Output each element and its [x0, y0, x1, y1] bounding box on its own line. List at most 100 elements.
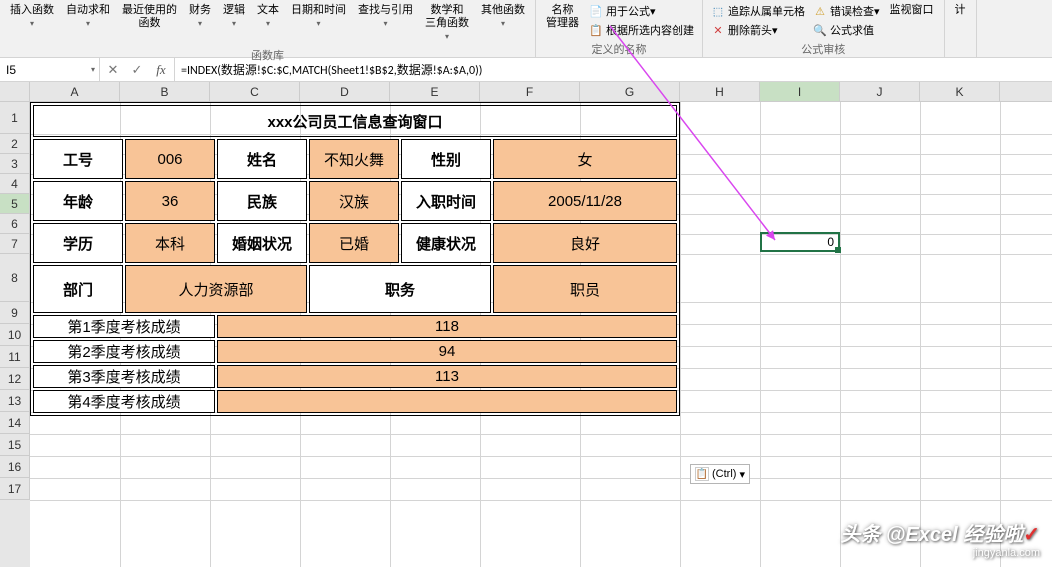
col-G[interactable]: G [580, 82, 680, 101]
math-button[interactable]: 数学和 三角函数▾ [419, 2, 475, 45]
val-q2[interactable]: 94 [217, 340, 677, 363]
row-3[interactable]: 3 [0, 154, 30, 174]
enter-formula-button[interactable]: ✓ [128, 61, 146, 79]
val-q1[interactable]: 118 [217, 315, 677, 338]
formula-bar: I5▾ ✕ ✓ fx =INDEX(数据源!$C:$C,MATCH(Sheet1… [0, 58, 1052, 82]
lbl-ethnic: 民族 [217, 181, 307, 221]
trace-icon: ⬚ [711, 4, 725, 18]
val-hire[interactable]: 2005/11/28 [493, 181, 677, 221]
val-q3[interactable]: 113 [217, 365, 677, 388]
row-12[interactable]: 12 [0, 368, 30, 390]
row-10[interactable]: 10 [0, 324, 30, 346]
ribbon: 插入函数▾ 自动求和▾ 最近使用的 函数 财务▾ 逻辑▾ 文本▾ 日期和时间▾ … [0, 0, 1052, 58]
lbl-name: 姓名 [217, 139, 307, 179]
group-label-names: 定义的名称 [592, 39, 647, 59]
lbl-q1: 第1季度考核成绩 [33, 315, 215, 338]
lookup-button[interactable]: 查找与引用▾ [352, 2, 419, 32]
create-from-selection-button[interactable]: 📋根据所选内容创建 [585, 21, 698, 39]
val-gender[interactable]: 女 [493, 139, 677, 179]
paste-options-tag[interactable]: 📋 (Ctrl) ▾ [690, 464, 750, 484]
col-H[interactable]: H [680, 82, 760, 101]
val-name[interactable]: 不知火舞 [309, 139, 399, 179]
lbl-edu: 学历 [33, 223, 123, 263]
recent-functions-button[interactable]: 最近使用的 函数 [116, 2, 183, 32]
active-cell-I5[interactable]: 0 [760, 232, 840, 252]
fill-handle[interactable] [835, 247, 841, 253]
name-box[interactable]: I5▾ [0, 58, 100, 81]
val-ethnic[interactable]: 汉族 [309, 181, 399, 221]
error-check-button[interactable]: ⚠错误检查 ▾ [809, 2, 884, 20]
lbl-q4: 第4季度考核成绩 [33, 390, 215, 413]
lbl-q3: 第3季度考核成绩 [33, 365, 215, 388]
use-in-formula-button[interactable]: 📄用于公式 ▾ [585, 2, 698, 20]
val-marital[interactable]: 已婚 [309, 223, 399, 263]
watch-window-button[interactable]: 监视窗口 [884, 2, 940, 19]
val-id[interactable]: 006 [125, 139, 215, 179]
lbl-q2: 第2季度考核成绩 [33, 340, 215, 363]
lbl-hire: 入职时间 [401, 181, 491, 221]
formula-icon: 📄 [589, 4, 603, 18]
spreadsheet: A B C D E F G H I J K 123456789101112131… [0, 82, 1052, 567]
val-dept[interactable]: 人力资源部 [125, 265, 307, 313]
eval-icon: 🔍 [813, 23, 827, 37]
remove-arrows-button[interactable]: ✕删除箭头 ▾ [707, 21, 809, 39]
col-J[interactable]: J [840, 82, 920, 101]
col-E[interactable]: E [390, 82, 480, 101]
val-edu[interactable]: 本科 [125, 223, 215, 263]
datetime-button[interactable]: 日期和时间▾ [285, 2, 352, 32]
col-B[interactable]: B [120, 82, 210, 101]
lbl-gender: 性别 [401, 139, 491, 179]
row-15[interactable]: 15 [0, 434, 30, 456]
row-4[interactable]: 4 [0, 174, 30, 194]
row-17[interactable]: 17 [0, 478, 30, 500]
select-all-corner[interactable] [0, 82, 30, 101]
row-1[interactable]: 1 [0, 102, 30, 134]
trace-dependents-button[interactable]: ⬚追踪从属单元格 [707, 2, 809, 20]
val-age[interactable]: 36 [125, 181, 215, 221]
lbl-id: 工号 [33, 139, 123, 179]
lbl-title: 职务 [309, 265, 491, 313]
col-F[interactable]: F [480, 82, 580, 101]
other-functions-button[interactable]: 其他函数▾ [475, 2, 531, 32]
lbl-dept: 部门 [33, 265, 123, 313]
group-label-audit: 公式审核 [801, 39, 845, 59]
paste-icon: 📋 [695, 467, 709, 481]
col-D[interactable]: D [300, 82, 390, 101]
val-title[interactable]: 职员 [493, 265, 677, 313]
formula-input[interactable]: =INDEX(数据源!$C:$C,MATCH(Sheet1!$B$2,数据源!$… [175, 58, 1052, 81]
create-icon: 📋 [589, 23, 603, 37]
row-14[interactable]: 14 [0, 412, 30, 434]
evaluate-formula-button[interactable]: 🔍公式求值 [809, 21, 884, 39]
col-I[interactable]: I [760, 82, 840, 101]
calc-button[interactable]: 计 [949, 2, 972, 19]
row-6[interactable]: 6 [0, 214, 30, 234]
col-K[interactable]: K [920, 82, 1000, 101]
row-13[interactable]: 13 [0, 390, 30, 412]
row-5[interactable]: 5 [0, 194, 30, 214]
row-11[interactable]: 11 [0, 346, 30, 368]
row-2[interactable]: 2 [0, 134, 30, 154]
employee-info-table: xxx公司员工信息查询窗口 工号 006 姓名 不知火舞 性别 女 年龄 36 … [30, 102, 680, 416]
remove-arrows-icon: ✕ [711, 23, 725, 37]
lbl-marital: 婚姻状况 [217, 223, 307, 263]
row-9[interactable]: 9 [0, 302, 30, 324]
error-icon: ⚠ [813, 4, 827, 18]
name-manager-button[interactable]: 名称 管理器 [540, 2, 585, 32]
row-7[interactable]: 7 [0, 234, 30, 254]
watermark: 头条 @Excel 经验啦✓ jingyanla.com [840, 518, 1040, 559]
row-8[interactable]: 8 [0, 254, 30, 302]
table-title: xxx公司员工信息查询窗口 [33, 105, 677, 137]
col-C[interactable]: C [210, 82, 300, 101]
fx-button[interactable]: fx [152, 61, 170, 79]
text-button[interactable]: 文本▾ [251, 2, 285, 32]
val-health[interactable]: 良好 [493, 223, 677, 263]
insert-function-button[interactable]: 插入函数▾ [4, 2, 60, 32]
cell-grid[interactable]: xxx公司员工信息查询窗口 工号 006 姓名 不知火舞 性别 女 年龄 36 … [30, 102, 1052, 567]
logical-button[interactable]: 逻辑▾ [217, 2, 251, 32]
col-A[interactable]: A [30, 82, 120, 101]
autosum-button[interactable]: 自动求和▾ [60, 2, 116, 32]
cancel-formula-button[interactable]: ✕ [104, 61, 122, 79]
row-16[interactable]: 16 [0, 456, 30, 478]
val-q4[interactable] [217, 390, 677, 413]
financial-button[interactable]: 财务▾ [183, 2, 217, 32]
